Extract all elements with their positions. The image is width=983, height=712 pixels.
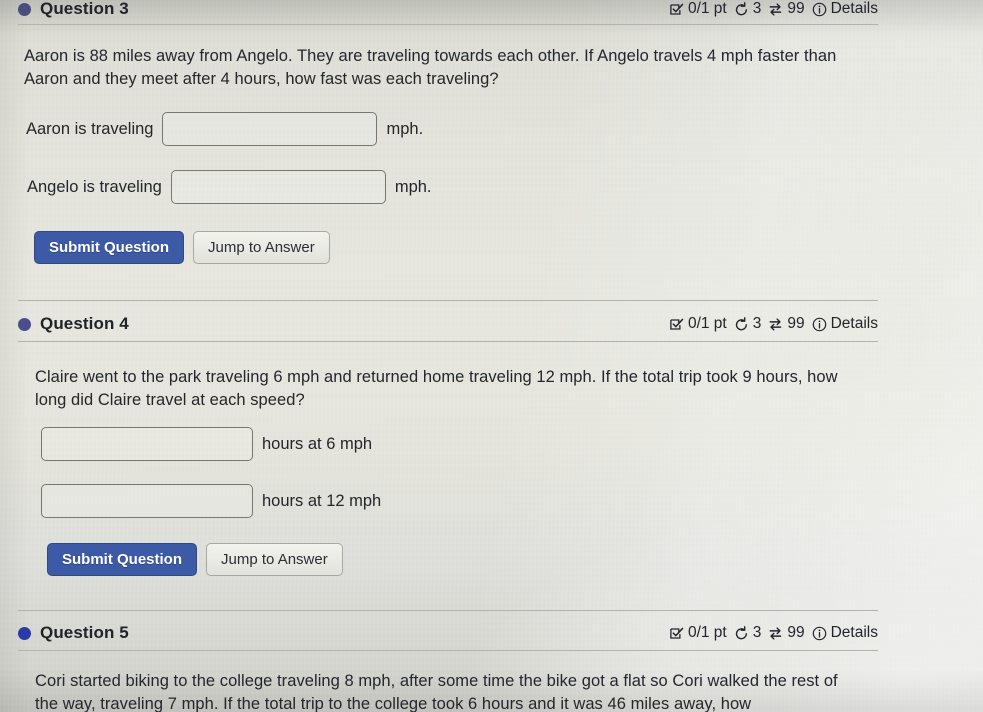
answer-row-q4-2: hours at 12 mph [41,484,381,518]
question-title-q3: Question 3 [18,0,129,19]
checkbox-check-icon [669,317,684,332]
question-meta-q5: 0/1 pt 3 99 Details [669,624,878,642]
question-title-label: Question 3 [40,0,129,18]
answer-input-aaron-speed[interactable] [162,112,378,146]
answer-suffix-label: mph. [386,119,424,138]
question-status-bullet-icon [18,317,31,331]
answer-suffix-label: mph. [394,177,432,196]
question-meta-q4: 0/1 pt 3 99 Details [669,315,878,333]
answer-row-q3-2: Angelo is traveling mph. [27,170,432,204]
question-title-label: Question 4 [40,314,129,333]
answer-input-hours-at-6mph[interactable] [41,427,253,461]
exchange-arrows-icon [768,317,783,332]
info-circle-icon [812,2,827,17]
exchange-arrows-icon [768,626,783,641]
answer-row-q3-1: Aaron is traveling mph. [26,112,423,146]
question-header-q5: Question 5 0/1 pt 3 99 Details [18,623,878,643]
jump-to-answer-button-q4[interactable]: Jump to Answer [206,543,343,576]
answer-row-q4-1: hours at 6 mph [41,427,372,461]
answer-suffix-label: hours at 12 mph [262,491,382,510]
divider-below-q4-header [18,341,878,342]
divider-below-q5-header [18,650,878,651]
question-meta-q3: 0/1 pt 3 99 Details [669,0,878,18]
submit-question-button-q4[interactable]: Submit Question [47,543,197,576]
retries-count: 3 [752,315,762,332]
question-title-label: Question 5 [40,623,129,642]
attempts-group: 99 [768,0,805,18]
submit-question-button-q3[interactable]: Submit Question [34,231,184,264]
retry-arrow-icon [734,316,749,332]
points-label: 0/1 pt [687,0,727,17]
attempts-group: 99 [768,315,805,333]
question-header-q4: Question 4 0/1 pt 3 99 Details [18,314,878,334]
question-status-bullet-icon [18,2,31,16]
answer-suffix-label: hours at 6 mph [262,434,373,453]
details-label: Details [830,0,878,17]
details-link-q3[interactable]: Details [812,0,878,18]
answer-input-hours-at-12mph[interactable] [41,484,253,518]
button-row-q3: Submit Question Jump to Answer [34,231,330,264]
divider-above-q5-header [18,610,878,611]
points-group: 0/1 pt [669,624,727,642]
checkbox-check-icon [669,626,684,641]
jump-to-answer-button-q3[interactable]: Jump to Answer [193,231,330,264]
question-title-q5: Question 5 [18,623,129,643]
divider-below-q3-header [18,24,878,25]
retries-count: 3 [752,0,762,17]
retries-group: 3 [734,624,762,642]
answer-prefix-label: Angelo is traveling [27,177,162,196]
checkbox-check-icon [669,2,684,17]
details-label: Details [830,624,878,641]
points-group: 0/1 pt [669,315,727,333]
question-prompt-q5: Cori started biking to the college trave… [35,672,838,712]
question-status-bullet-icon [18,626,31,640]
info-circle-icon [812,626,827,641]
divider-above-q4-header [18,300,878,301]
info-circle-icon [812,317,827,332]
attempts-count: 99 [787,624,805,641]
retry-arrow-icon [734,1,749,17]
answer-input-angelo-speed[interactable] [170,170,386,204]
question-prompt-q3: Aaron is 88 miles away from Angelo. They… [24,47,837,88]
points-group: 0/1 pt [669,0,727,18]
points-label: 0/1 pt [687,624,727,641]
retries-group: 3 [734,0,762,18]
details-link-q4[interactable]: Details [812,315,878,333]
attempts-count: 99 [787,0,805,17]
button-row-q4: Submit Question Jump to Answer [47,543,343,576]
question-prompt-q4: Claire went to the park traveling 6 mph … [35,368,838,409]
details-label: Details [830,315,878,332]
retries-group: 3 [734,315,762,333]
question-title-q4: Question 4 [18,314,129,334]
retry-arrow-icon [734,625,749,641]
exchange-arrows-icon [768,2,783,17]
attempts-group: 99 [768,624,805,642]
details-link-q5[interactable]: Details [812,624,878,642]
question-header-q3: Question 3 0/1 pt 3 99 Details [18,0,878,19]
attempts-count: 99 [787,315,805,332]
answer-prefix-label: Aaron is traveling [26,119,154,138]
points-label: 0/1 pt [687,315,727,332]
retries-count: 3 [752,624,762,641]
